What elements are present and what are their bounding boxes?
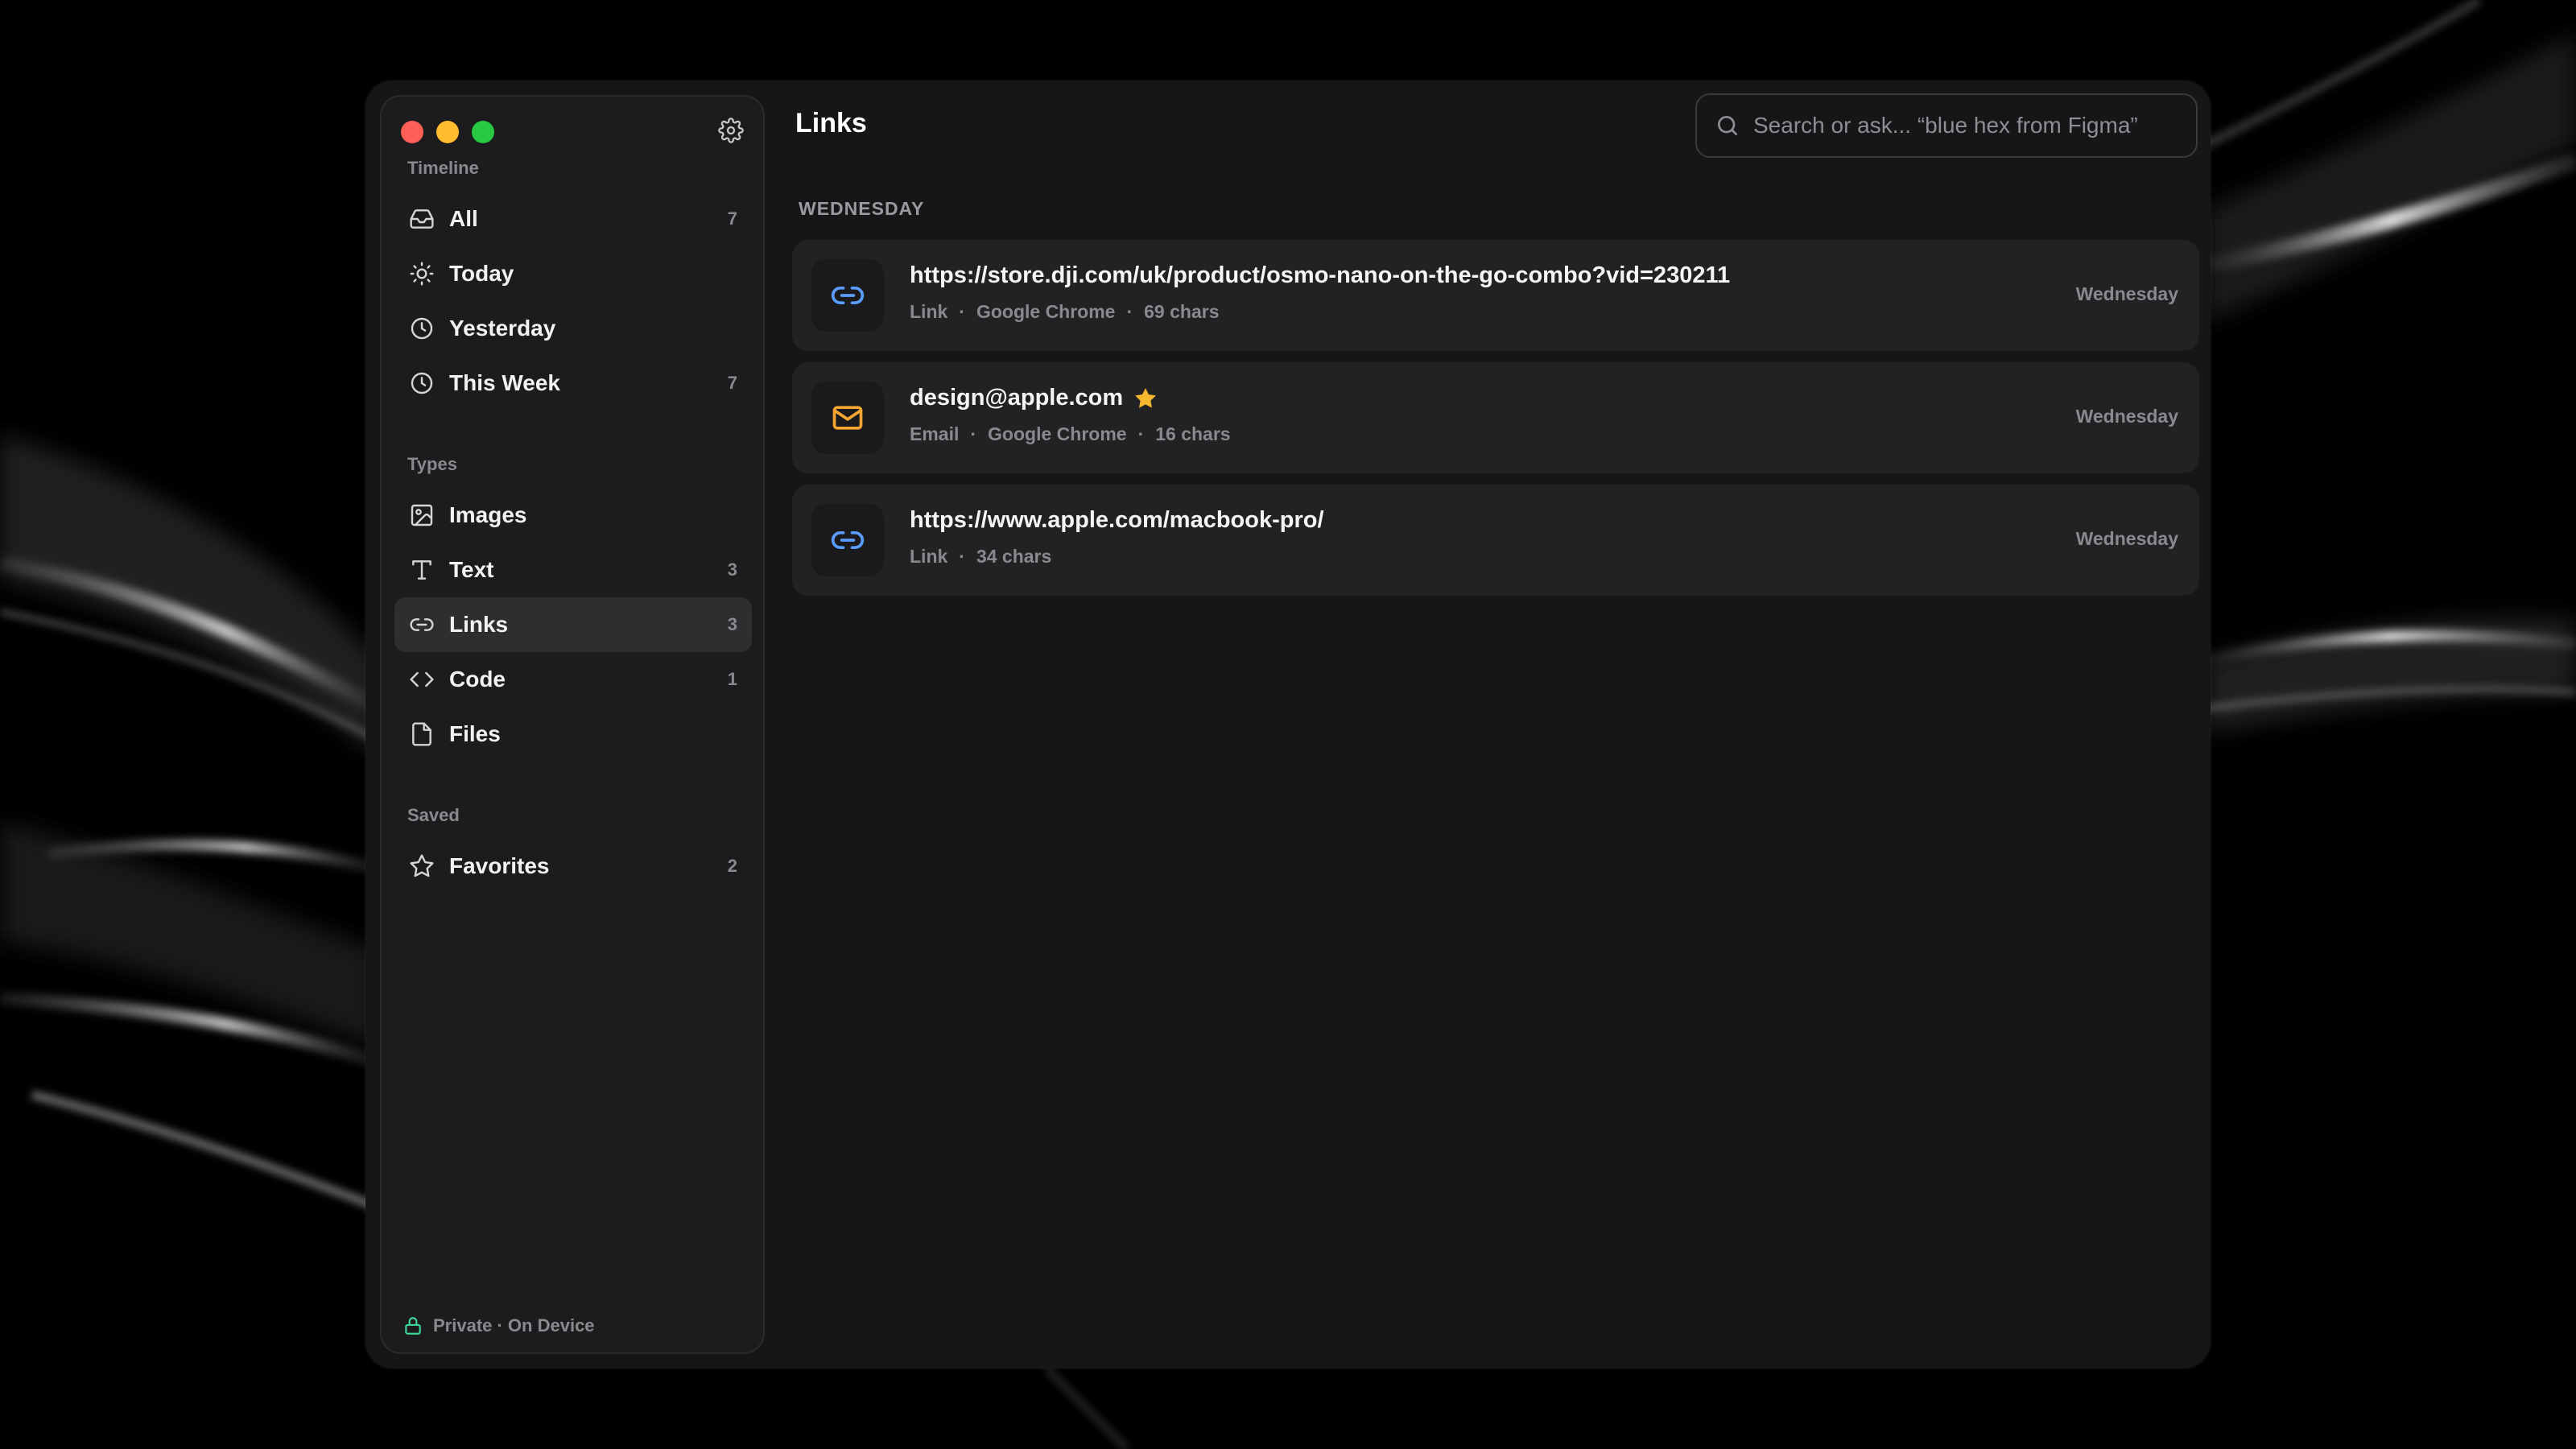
privacy-status-label: Private · On Device [433, 1315, 595, 1335]
sidebar-item-label: Files [449, 721, 501, 746]
close-window-button[interactable] [401, 121, 423, 143]
section-label-saved: Saved [407, 805, 460, 825]
window-controls [401, 121, 494, 143]
clip-title: design@apple.com [910, 385, 1124, 411]
inbox-icon [407, 204, 436, 233]
clip-title-row: https://store.dji.com/uk/product/osmo-na… [910, 262, 1730, 289]
file-icon [407, 720, 436, 749]
link-icon [811, 504, 884, 576]
section-label-types: Types [407, 454, 457, 474]
clip-length: 16 chars [1155, 423, 1231, 444]
clip-item[interactable]: https://store.dji.com/uk/product/osmo-na… [792, 240, 2199, 351]
sidebar-item-label: Links [449, 612, 509, 637]
search-input[interactable] [1752, 112, 2174, 139]
sidebar-item-favorites[interactable]: Favorites 2 [394, 839, 752, 894]
gear-icon [718, 118, 744, 143]
sidebar-item-count: 3 [727, 614, 737, 634]
sidebar-item-label: Today [449, 261, 514, 286]
clip-length: 34 chars [976, 546, 1052, 567]
zoom-window-button[interactable] [472, 121, 494, 143]
meta-separator: · [959, 301, 965, 322]
sidebar-item-label: Favorites [449, 853, 550, 878]
code-icon [407, 665, 436, 694]
section-label-timeline: Timeline [407, 158, 479, 178]
sidebar-item-today[interactable]: Today [394, 246, 752, 301]
meta-separator: · [970, 423, 977, 444]
clip-title-row: design@apple.com [910, 385, 1157, 411]
clip-source-app: Google Chrome [988, 423, 1127, 444]
sidebar-item-count: 7 [727, 373, 737, 393]
sidebar-item-yesterday[interactable]: Yesterday [394, 301, 752, 356]
mail-icon [811, 382, 884, 454]
sidebar-item-links[interactable]: Links 3 [394, 597, 752, 652]
star-outline-icon [407, 852, 436, 881]
clock-icon [407, 314, 436, 343]
privacy-status: Private · On Device [402, 1315, 595, 1336]
lock-icon [405, 1317, 421, 1335]
meta-separator: · [1126, 301, 1133, 322]
sidebar-item-label: All [449, 206, 478, 231]
clip-type: Link [910, 301, 948, 322]
sidebar-item-text[interactable]: Text 3 [394, 543, 752, 597]
clip-title: https://www.apple.com/macbook-pro/ [910, 507, 1324, 533]
clip-meta: Link · 34 chars [910, 546, 1051, 568]
clip-title-row: https://www.apple.com/macbook-pro/ [910, 507, 1324, 534]
sidebar-item-label: Yesterday [449, 316, 556, 341]
date-group-label: WEDNESDAY [799, 198, 925, 219]
clip-item[interactable]: https://www.apple.com/macbook-pro/ Link ·… [792, 485, 2199, 596]
sidebar-item-this-week[interactable]: This Week 7 [394, 356, 752, 411]
clip-date: Wednesday [2075, 528, 2178, 549]
sidebar-item-count: 2 [727, 856, 737, 876]
clip-date: Wednesday [2075, 283, 2178, 304]
sidebar-item-count: 3 [727, 559, 737, 580]
app-window: Timeline All 7 Today Yesterday This Week… [365, 80, 2211, 1368]
sidebar-item-label: Code [449, 667, 506, 691]
page-title: Links [795, 108, 867, 138]
sidebar-item-label: This Week [449, 370, 560, 395]
search-field[interactable] [1695, 93, 2198, 158]
sidebar-item-label: Text [449, 557, 494, 582]
meta-separator: · [959, 546, 965, 567]
clip-type: Email [910, 423, 960, 444]
sidebar-item-code[interactable]: Code 1 [394, 652, 752, 707]
meta-separator: · [1137, 423, 1145, 444]
favorite-star-icon[interactable] [1134, 387, 1157, 410]
clip-item[interactable]: design@apple.com Email · Google Chrome · 1… [792, 362, 2199, 473]
sidebar: Timeline All 7 Today Yesterday This Week… [380, 95, 765, 1354]
text-icon [407, 555, 436, 584]
clip-type: Link [910, 546, 948, 567]
sidebar-item-label: Images [449, 502, 527, 527]
sidebar-item-files[interactable]: Files [394, 707, 752, 762]
sidebar-item-count: 7 [727, 208, 737, 229]
clock-icon [407, 369, 436, 398]
sidebar-item-count: 1 [727, 669, 737, 689]
clip-length: 69 chars [1144, 301, 1220, 322]
image-icon [407, 501, 436, 530]
sidebar-item-all[interactable]: All 7 [394, 192, 752, 246]
clip-meta: Email · Google Chrome · 16 chars [910, 423, 1231, 445]
sidebar-item-images[interactable]: Images [394, 488, 752, 543]
clip-date: Wednesday [2075, 406, 2178, 427]
link-icon [407, 610, 436, 639]
settings-button[interactable] [715, 114, 747, 147]
sun-icon [407, 259, 436, 288]
minimize-window-button[interactable] [436, 121, 459, 143]
link-icon [811, 259, 884, 332]
clip-meta: Link · Google Chrome · 69 chars [910, 301, 1220, 323]
clip-title: https://store.dji.com/uk/product/osmo-na… [910, 262, 1731, 288]
clip-source-app: Google Chrome [976, 301, 1116, 322]
search-icon [1718, 116, 1737, 135]
